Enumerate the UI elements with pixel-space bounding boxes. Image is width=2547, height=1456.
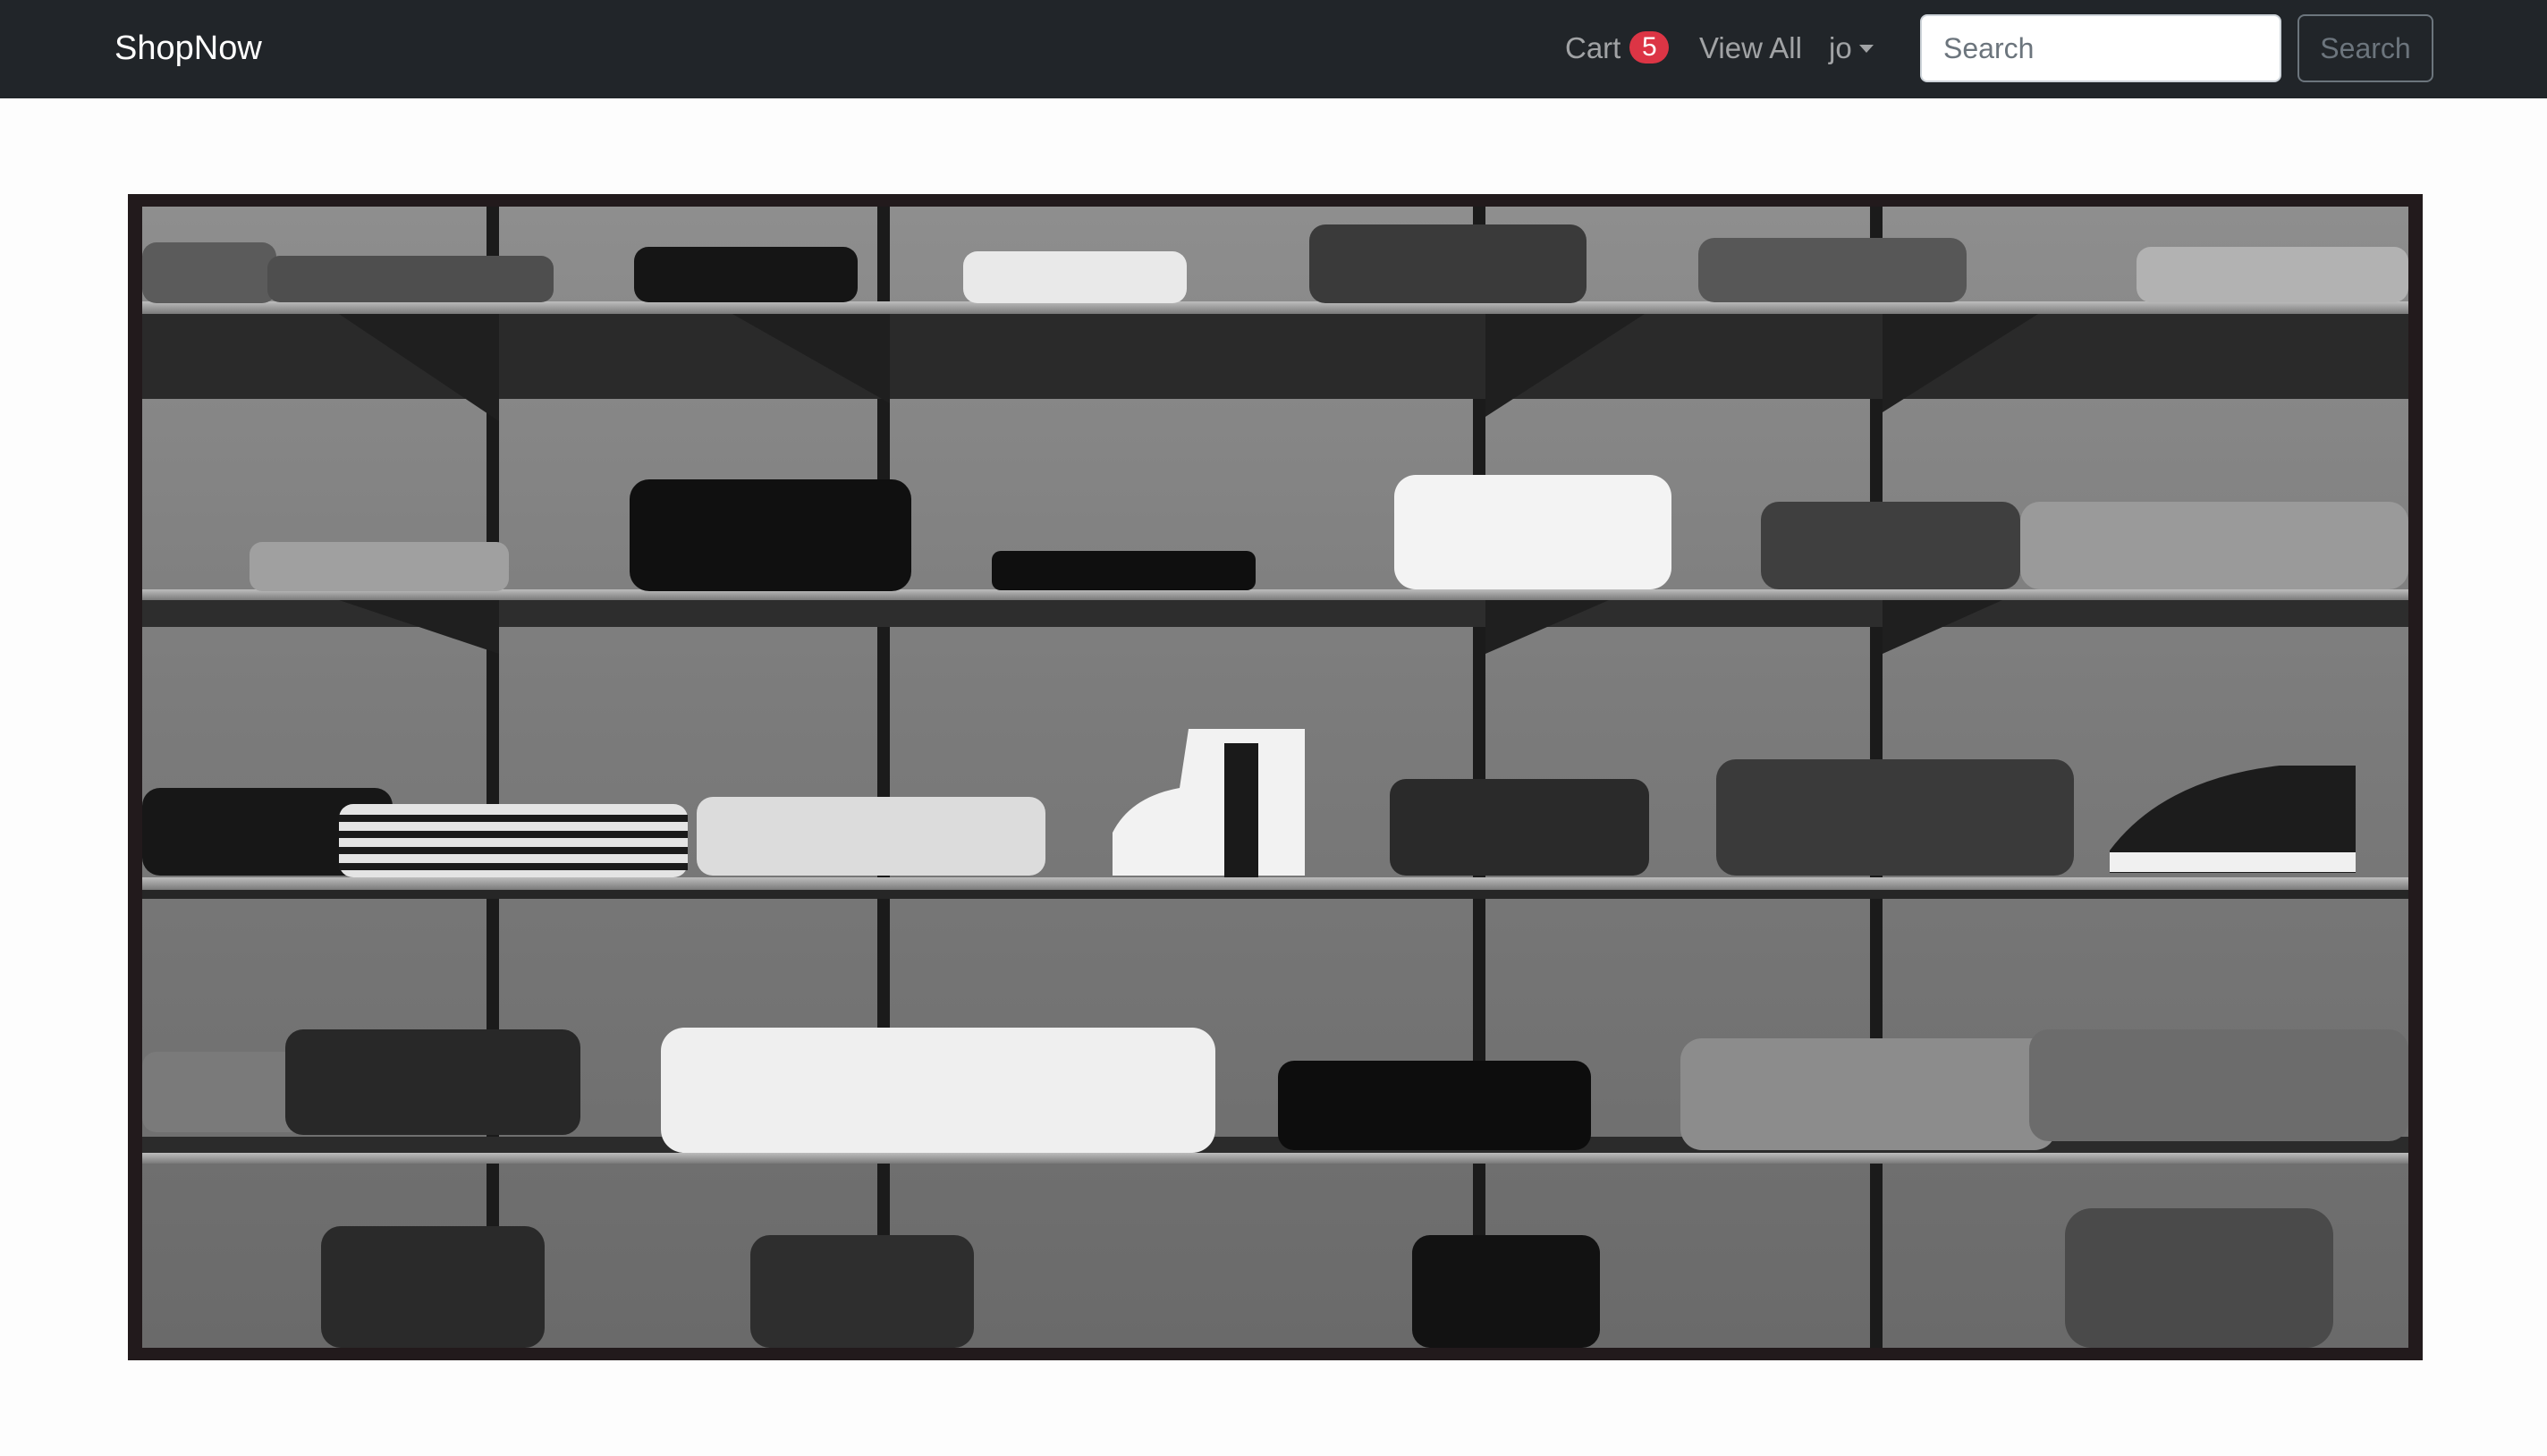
hero-image-clothing-shelves bbox=[142, 207, 2408, 1348]
view-all-link[interactable]: View All bbox=[1699, 25, 1802, 72]
cart-label: Cart bbox=[1565, 31, 1621, 64]
hero-image-frame bbox=[128, 194, 2423, 1360]
search-input[interactable] bbox=[1920, 14, 2281, 82]
search-button[interactable]: Search bbox=[2297, 14, 2433, 82]
caret-down-icon bbox=[1858, 45, 1874, 53]
cart-count-badge: 5 bbox=[1629, 31, 1670, 63]
top-navbar: ShopNow Cart 5 View All jo Search bbox=[0, 0, 2547, 98]
brand-link[interactable]: ShopNow bbox=[114, 25, 262, 72]
user-name-label: jo bbox=[1829, 31, 1852, 64]
user-menu-dropdown[interactable]: jo bbox=[1829, 25, 1874, 72]
cart-link[interactable]: Cart 5 bbox=[1565, 25, 1670, 72]
